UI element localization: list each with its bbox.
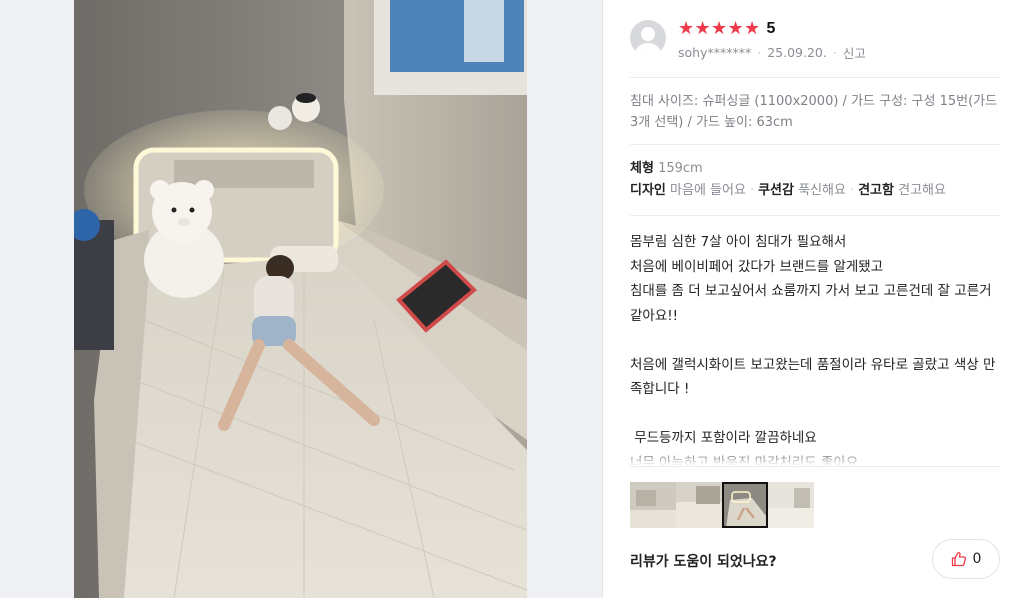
divider <box>630 215 1000 216</box>
text-fade-overlay <box>630 446 1006 466</box>
star-icon: ★ <box>711 18 728 39</box>
review-body-text: 몸부림 심한 7살 아이 침대가 필요해서 처음에 베이비페어 갔다가 브랜드를… <box>630 234 996 466</box>
avatar-head-icon <box>641 27 655 41</box>
divider <box>630 466 1000 467</box>
review-photo[interactable] <box>74 0 527 598</box>
attribute-value: 푹신해요 <box>798 183 846 198</box>
attribute-key: 체형 <box>630 161 654 176</box>
helpful-like-button[interactable]: 0 <box>932 539 1000 579</box>
like-count: 0 <box>972 551 982 567</box>
avatar <box>630 20 666 56</box>
thumbnail-2[interactable] <box>676 482 722 528</box>
avatar-body-icon <box>635 43 661 56</box>
thumbnail-3[interactable] <box>722 482 768 528</box>
photo-panel <box>0 0 603 598</box>
thumbs-up-icon <box>951 551 966 567</box>
attribute-separator: · <box>849 183 855 198</box>
review-date: 25.09.20. <box>767 45 827 60</box>
meta-separator: · <box>832 45 837 60</box>
rating-score: 5 <box>766 20 776 37</box>
attribute-key: 견고함 <box>858 183 894 198</box>
helpful-question: 리뷰가 도움이 되었나요? <box>630 554 777 570</box>
attribute-row-body: 체형 159cm <box>630 158 1000 180</box>
attribute-value: 마음에 들어요 <box>670 183 746 198</box>
review-panel: ★ ★ ★ ★ ★ 5 sohy******* · 25.09.20. · 신고… <box>604 0 1024 598</box>
thumbnail-4[interactable] <box>768 482 814 528</box>
thumbnail-image <box>722 482 768 528</box>
review-attributes: 체형 159cm 디자인 마음에 들어요 · 쿠션감 푹신해요 · 견고함 견고해요 <box>630 158 1000 202</box>
thumbnail-strip <box>630 482 814 528</box>
review-header: ★ ★ ★ ★ ★ 5 sohy******* · 25.09.20. · 신고 <box>630 18 1000 68</box>
attribute-separator: · <box>749 183 755 198</box>
divider <box>630 77 1000 78</box>
review-meta: sohy******* · 25.09.20. · 신고 <box>678 43 866 62</box>
attribute-key: 쿠션감 <box>758 183 794 198</box>
thumbnail-1[interactable] <box>630 482 676 528</box>
thumbnail-image <box>676 482 722 528</box>
attribute-value: 견고해요 <box>898 183 946 198</box>
report-link[interactable]: 신고 <box>843 43 866 62</box>
star-icon: ★ <box>678 18 695 39</box>
star-icon: ★ <box>727 18 744 39</box>
star-icon: ★ <box>694 18 711 39</box>
thumbnail-image <box>768 482 814 528</box>
purchase-options: 침대 사이즈: 슈퍼싱글 (1100x2000) / 가드 구성: 구성 15번… <box>630 94 998 130</box>
thumbnail-image <box>630 482 676 528</box>
attribute-value: 159cm <box>658 161 703 176</box>
attribute-row-ratings: 디자인 마음에 들어요 · 쿠션감 푹신해요 · 견고함 견고해요 <box>630 180 1000 202</box>
star-rating: ★ ★ ★ ★ ★ 5 <box>678 18 775 40</box>
review-viewer: ★ ★ ★ ★ ★ 5 sohy******* · 25.09.20. · 신고… <box>0 0 1024 598</box>
divider <box>630 144 1000 145</box>
attribute-key: 디자인 <box>630 183 666 198</box>
bedroom-photo-image <box>74 0 527 598</box>
meta-separator: · <box>757 45 762 60</box>
star-icon: ★ <box>744 18 761 39</box>
author-name: sohy******* <box>678 45 752 60</box>
